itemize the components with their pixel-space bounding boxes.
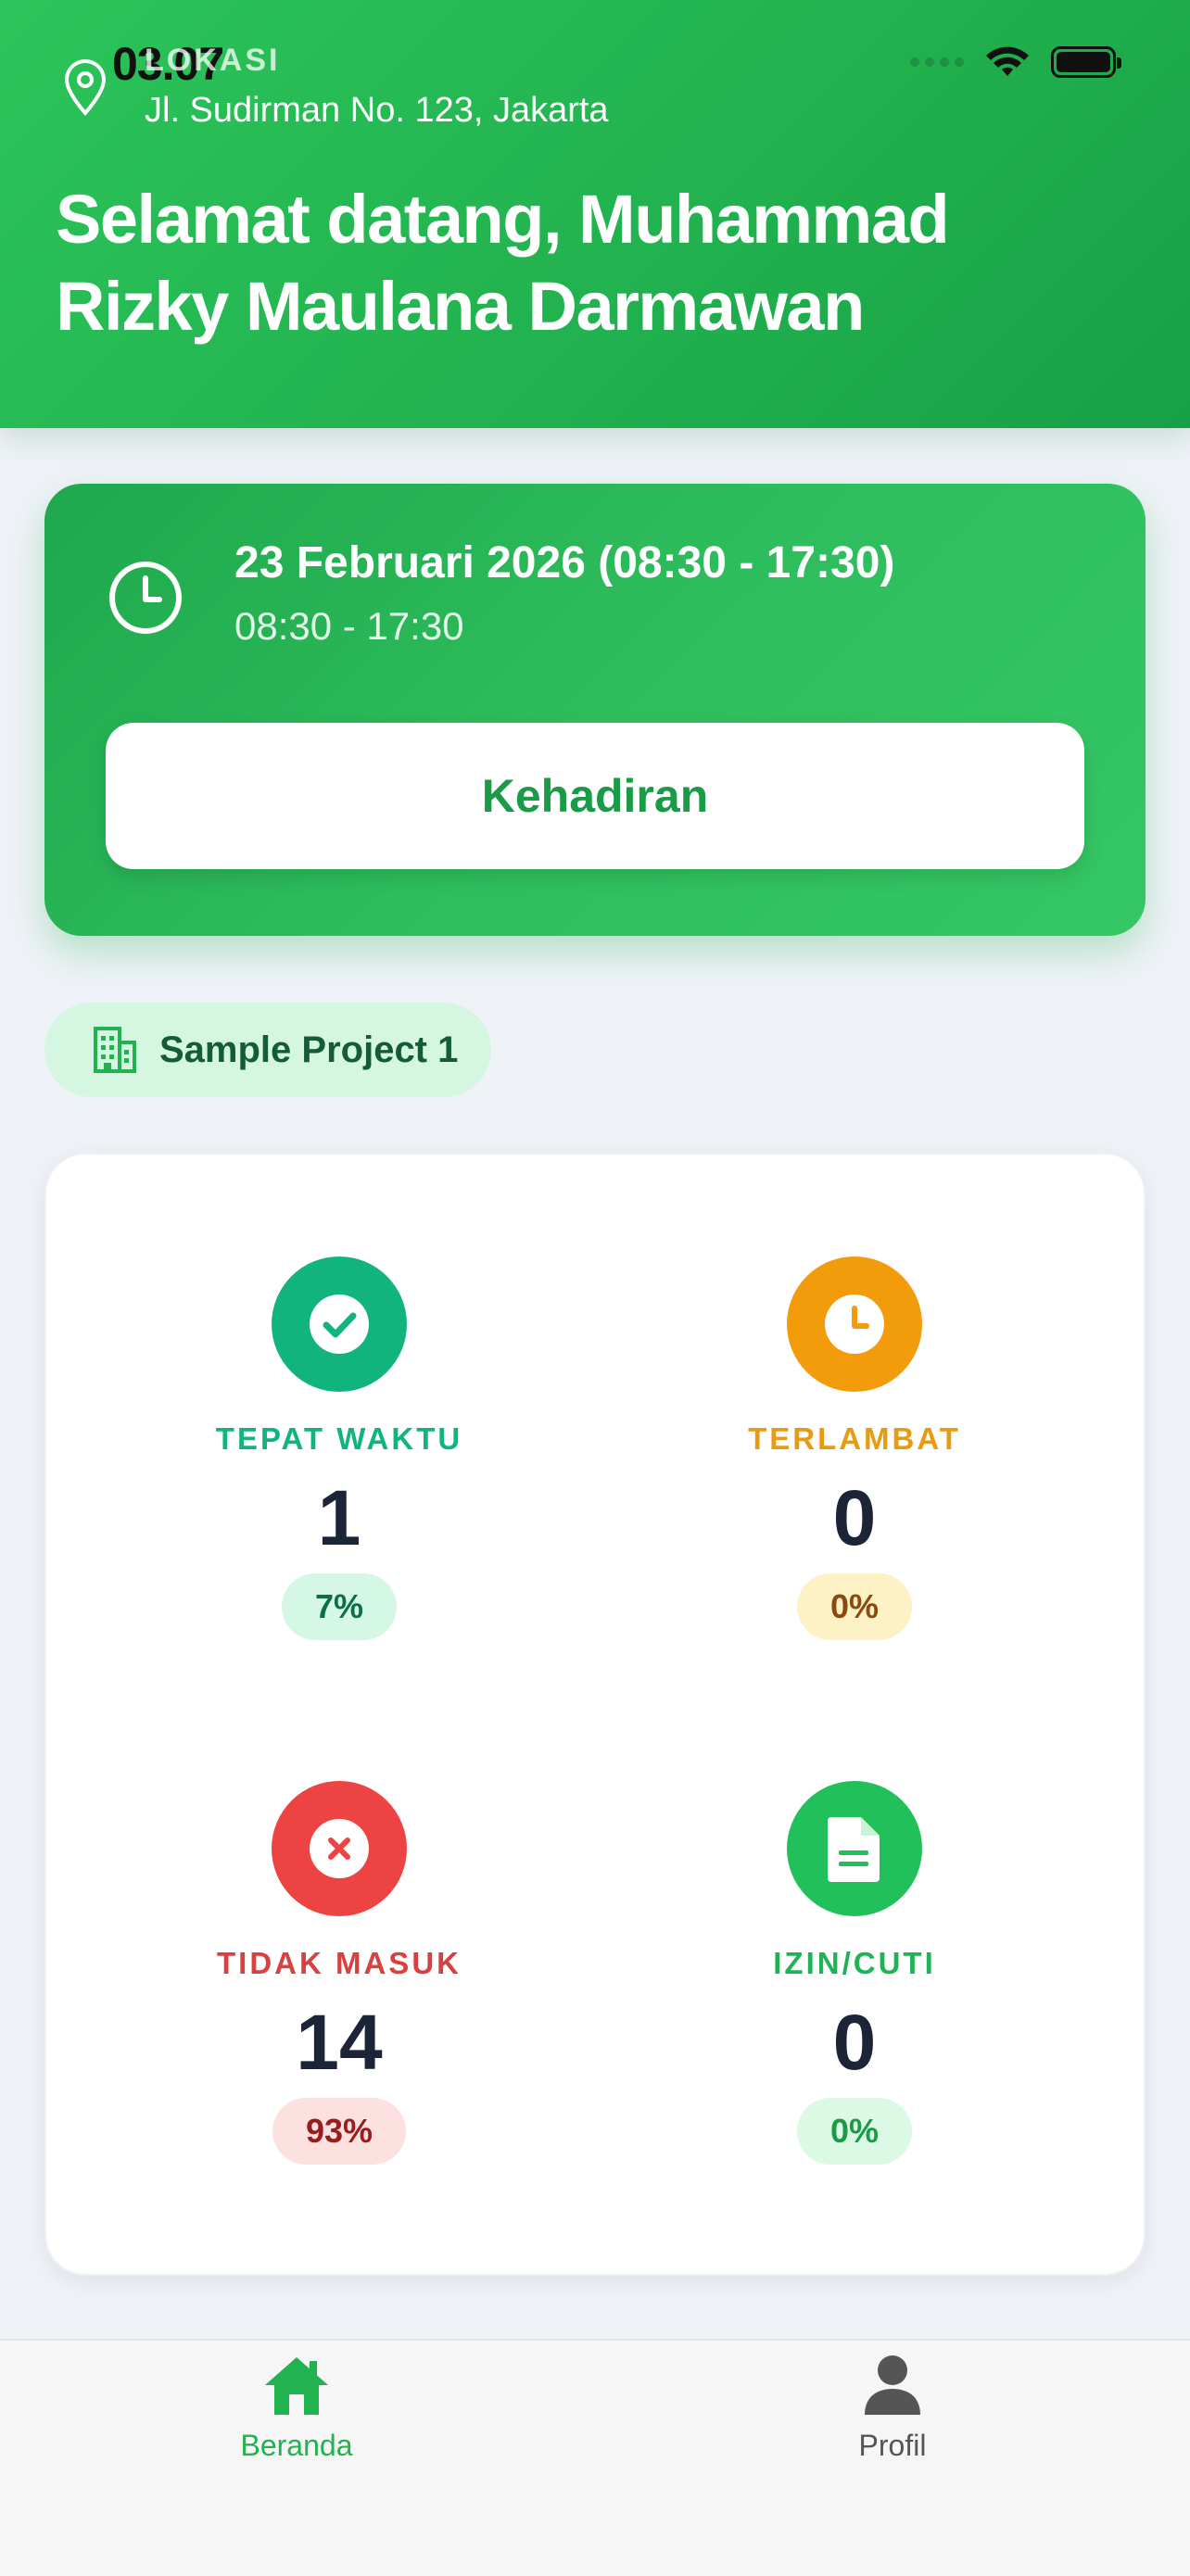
header: 03.07 LOKASI Jl. Sudirman No. 123, Jakar… (0, 0, 1190, 428)
x-icon (310, 1819, 369, 1878)
home-icon (265, 2357, 328, 2415)
person-icon (865, 2355, 920, 2415)
stat-absent: TIDAK MASUK 14 93% (145, 1781, 534, 2165)
check-icon (310, 1294, 369, 1354)
stat-late-badge (787, 1256, 922, 1392)
location-label: LOKASI (145, 43, 281, 78)
stat-late-label: TERLAMBAT (748, 1421, 961, 1456)
shift-date: 23 Februari 2026 (08:30 - 17:30) (234, 538, 895, 587)
shift-card: 23 Februari 2026 (08:30 - 17:30) 08:30 -… (44, 484, 1146, 936)
stat-absent-badge (272, 1781, 407, 1916)
tab-beranda[interactable]: Beranda (158, 2354, 436, 2463)
bottom-tab-bar: Beranda Profil (0, 2339, 1190, 2576)
stat-leave-value: 0 (832, 1999, 877, 2086)
stat-absent-value: 14 (296, 1999, 383, 2086)
stat-on-time-label: TEPAT WAKTU (215, 1421, 463, 1456)
stat-on-time: TEPAT WAKTU 1 7% (145, 1256, 534, 1640)
attendance-stats-card: TEPAT WAKTU 1 7% TERLAMBAT 0 0% TIDAK MA… (44, 1153, 1146, 2276)
project-name: Sample Project 1 (159, 1029, 459, 1070)
stat-on-time-value: 1 (317, 1474, 361, 1561)
clock-icon (825, 1294, 884, 1354)
stat-late-percent: 0% (796, 1573, 913, 1640)
welcome-heading: Selamat datang, Muhammad Rizky Maulana D… (56, 181, 950, 345)
document-icon (828, 1817, 880, 1882)
stat-leave: IZIN/CUTI 0 0% (660, 1781, 1049, 2165)
tab-profil-label: Profil (858, 2429, 927, 2462)
location-address: Jl. Sudirman No. 123, Jakarta (145, 91, 609, 130)
shift-hours: 08:30 - 17:30 (234, 604, 464, 648)
stat-leave-badge (787, 1781, 922, 1916)
stat-on-time-percent: 7% (281, 1573, 398, 1640)
clock-icon (109, 562, 182, 634)
attendance-button[interactable]: Kehadiran (106, 723, 1084, 869)
location-pin-icon (64, 59, 107, 116)
battery-icon (1051, 46, 1121, 78)
stat-leave-percent: 0% (796, 2098, 913, 2165)
stat-late-value: 0 (832, 1474, 877, 1561)
status-bar-icons (910, 44, 1121, 80)
project-chip[interactable]: Sample Project 1 (44, 1003, 491, 1097)
stat-absent-label: TIDAK MASUK (217, 1946, 462, 1980)
stat-absent-percent: 93% (272, 2098, 407, 2165)
stat-leave-label: IZIN/CUTI (773, 1946, 936, 1980)
stat-on-time-badge (272, 1256, 407, 1392)
stat-late: TERLAMBAT 0 0% (660, 1256, 1049, 1640)
tab-profil[interactable]: Profil (753, 2354, 1032, 2463)
wifi-icon (986, 46, 1029, 76)
cellular-signal-icon (910, 57, 964, 67)
tab-beranda-label: Beranda (240, 2429, 353, 2462)
building-icon (94, 1027, 136, 1073)
